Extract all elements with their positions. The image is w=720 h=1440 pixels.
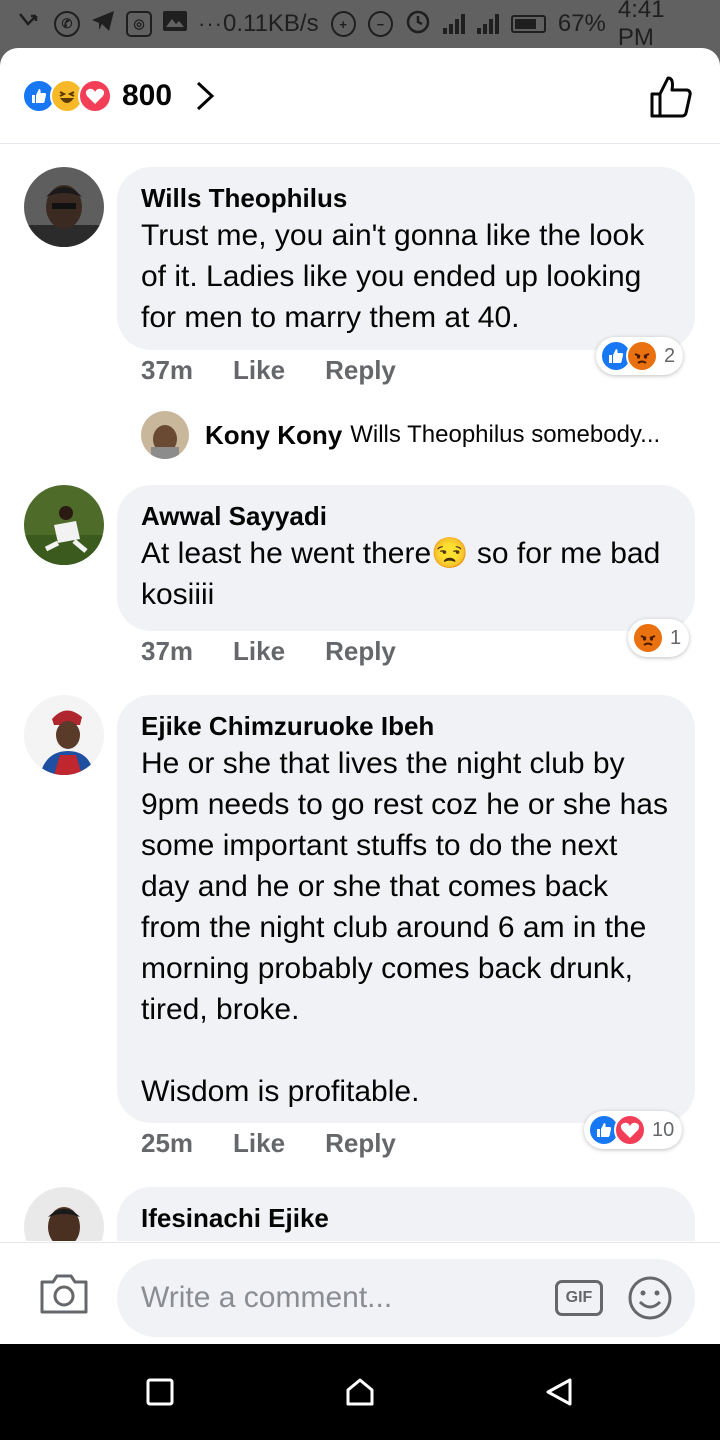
reply-comment-button[interactable]: Reply bbox=[325, 1128, 396, 1159]
comment-author[interactable]: Ejike Chimzuruoke Ibeh bbox=[141, 709, 671, 743]
comment-author[interactable]: Awwal Sayyadi bbox=[141, 499, 671, 533]
reply-comment-button[interactable]: Reply bbox=[325, 636, 396, 667]
like-comment-button[interactable]: Like bbox=[233, 636, 285, 667]
reply-comment-button[interactable]: Reply bbox=[325, 355, 396, 386]
comment-text: At least he went there😒 so for me bad ko… bbox=[141, 537, 677, 611]
like-comment-button[interactable]: Like bbox=[233, 1128, 285, 1159]
clock: 4:41 PM bbox=[617, 0, 665, 51]
avatar[interactable] bbox=[24, 695, 104, 775]
comment-composer: GIF bbox=[0, 1242, 720, 1344]
angry-reaction-icon bbox=[632, 622, 664, 654]
comment-time: 37m bbox=[141, 636, 194, 666]
comment-reactions[interactable]: 1 bbox=[628, 619, 690, 657]
reaction-count: 1 bbox=[670, 626, 682, 649]
comment-reactions[interactable]: 10 bbox=[584, 1111, 683, 1149]
back-button[interactable] bbox=[544, 1376, 576, 1408]
comment-reactions[interactable]: 2 bbox=[596, 337, 684, 375]
like-comment-button[interactable]: Like bbox=[233, 355, 285, 386]
angry-reaction-icon bbox=[626, 340, 658, 372]
whatsapp-icon: ✆ bbox=[54, 11, 80, 37]
comment-time: 37m bbox=[141, 355, 194, 385]
telegram-icon bbox=[90, 9, 116, 40]
signal-2-icon bbox=[477, 14, 500, 34]
signal-icon bbox=[443, 14, 466, 34]
chevron-right-icon[interactable] bbox=[194, 79, 216, 113]
comment-actions: 25m Like Reply bbox=[141, 1128, 396, 1159]
comment-actions: 37m Like Reply bbox=[141, 355, 396, 386]
avatar[interactable] bbox=[24, 167, 104, 247]
like-post-button[interactable] bbox=[648, 74, 694, 120]
home-button[interactable] bbox=[344, 1376, 376, 1408]
battery-icon bbox=[511, 15, 546, 33]
recents-button[interactable] bbox=[144, 1376, 176, 1408]
comment-list[interactable]: Wills Theophilus Trust me, you ain't gon… bbox=[0, 145, 720, 1241]
comment-bubble[interactable]: Ifesinachi Ejike bbox=[117, 1187, 695, 1241]
comment-author[interactable]: Wills Theophilus bbox=[141, 181, 671, 215]
avatar[interactable] bbox=[24, 1187, 104, 1241]
network-speed: 0.11KB/s bbox=[222, 10, 319, 37]
comment-bubble[interactable]: Awwal Sayyadi At least he went there😒 so… bbox=[117, 485, 695, 631]
love-reaction-icon bbox=[78, 78, 112, 113]
do-not-disturb-icon: − bbox=[367, 11, 394, 37]
missed-call-icon bbox=[18, 10, 44, 39]
avatar[interactable] bbox=[24, 485, 104, 565]
comment-bubble[interactable]: Ejike Chimzuruoke Ibeh He or she that li… bbox=[117, 695, 695, 1123]
comment-bubble[interactable]: Wills Theophilus Trust me, you ain't gon… bbox=[117, 167, 695, 350]
reaction-count: 2 bbox=[664, 344, 676, 367]
reply-text: Wills Theophilus somebody... bbox=[350, 421, 661, 448]
comment-input-box[interactable]: GIF bbox=[117, 1259, 695, 1337]
gif-button[interactable]: GIF bbox=[555, 1280, 603, 1316]
comment-text: He or she that lives the night club by 9… bbox=[141, 747, 668, 1108]
more-notifications-icon: ··· bbox=[198, 11, 223, 36]
reply-author[interactable]: Kony Kony bbox=[205, 420, 342, 451]
gallery-icon bbox=[162, 9, 188, 40]
instagram-icon: ◎ bbox=[126, 11, 152, 37]
comment-author[interactable]: Ifesinachi Ejike bbox=[141, 1201, 671, 1235]
navigation-bar bbox=[0, 1344, 720, 1440]
reaction-count: 800 bbox=[122, 78, 173, 112]
reaction-count: 10 bbox=[652, 1118, 675, 1141]
comments-sheet: 800 Wills Theophilus Trust me, you ain't… bbox=[0, 48, 720, 1344]
status-system-icons: 0.11KB/s + − 67% 4:41 PM bbox=[223, 0, 704, 52]
avatar[interactable] bbox=[141, 411, 189, 459]
reactions-header[interactable]: 800 bbox=[0, 48, 720, 144]
data-saver-icon: + bbox=[330, 11, 356, 37]
emoji-button[interactable] bbox=[627, 1275, 673, 1321]
header-reactions bbox=[22, 78, 112, 113]
comment-input[interactable] bbox=[141, 1259, 541, 1337]
comment-text: Trust me, you ain't gonna like the look … bbox=[141, 219, 653, 334]
status-notification-icons: ✆ ◎ ··· bbox=[18, 9, 223, 40]
alarm-icon bbox=[405, 8, 431, 41]
love-reaction-icon bbox=[614, 1114, 646, 1146]
status-bar: ✆ ◎ ··· 0.11KB/s + − 67% 4:41 PM bbox=[0, 0, 720, 51]
battery-percent: 67% bbox=[557, 10, 606, 37]
camera-button[interactable] bbox=[38, 1272, 90, 1316]
reply-preview[interactable]: Kony Kony Wills Theophilus somebody... bbox=[141, 411, 660, 459]
comment-time: 25m bbox=[141, 1128, 194, 1158]
comment-actions: 37m Like Reply bbox=[141, 636, 396, 667]
